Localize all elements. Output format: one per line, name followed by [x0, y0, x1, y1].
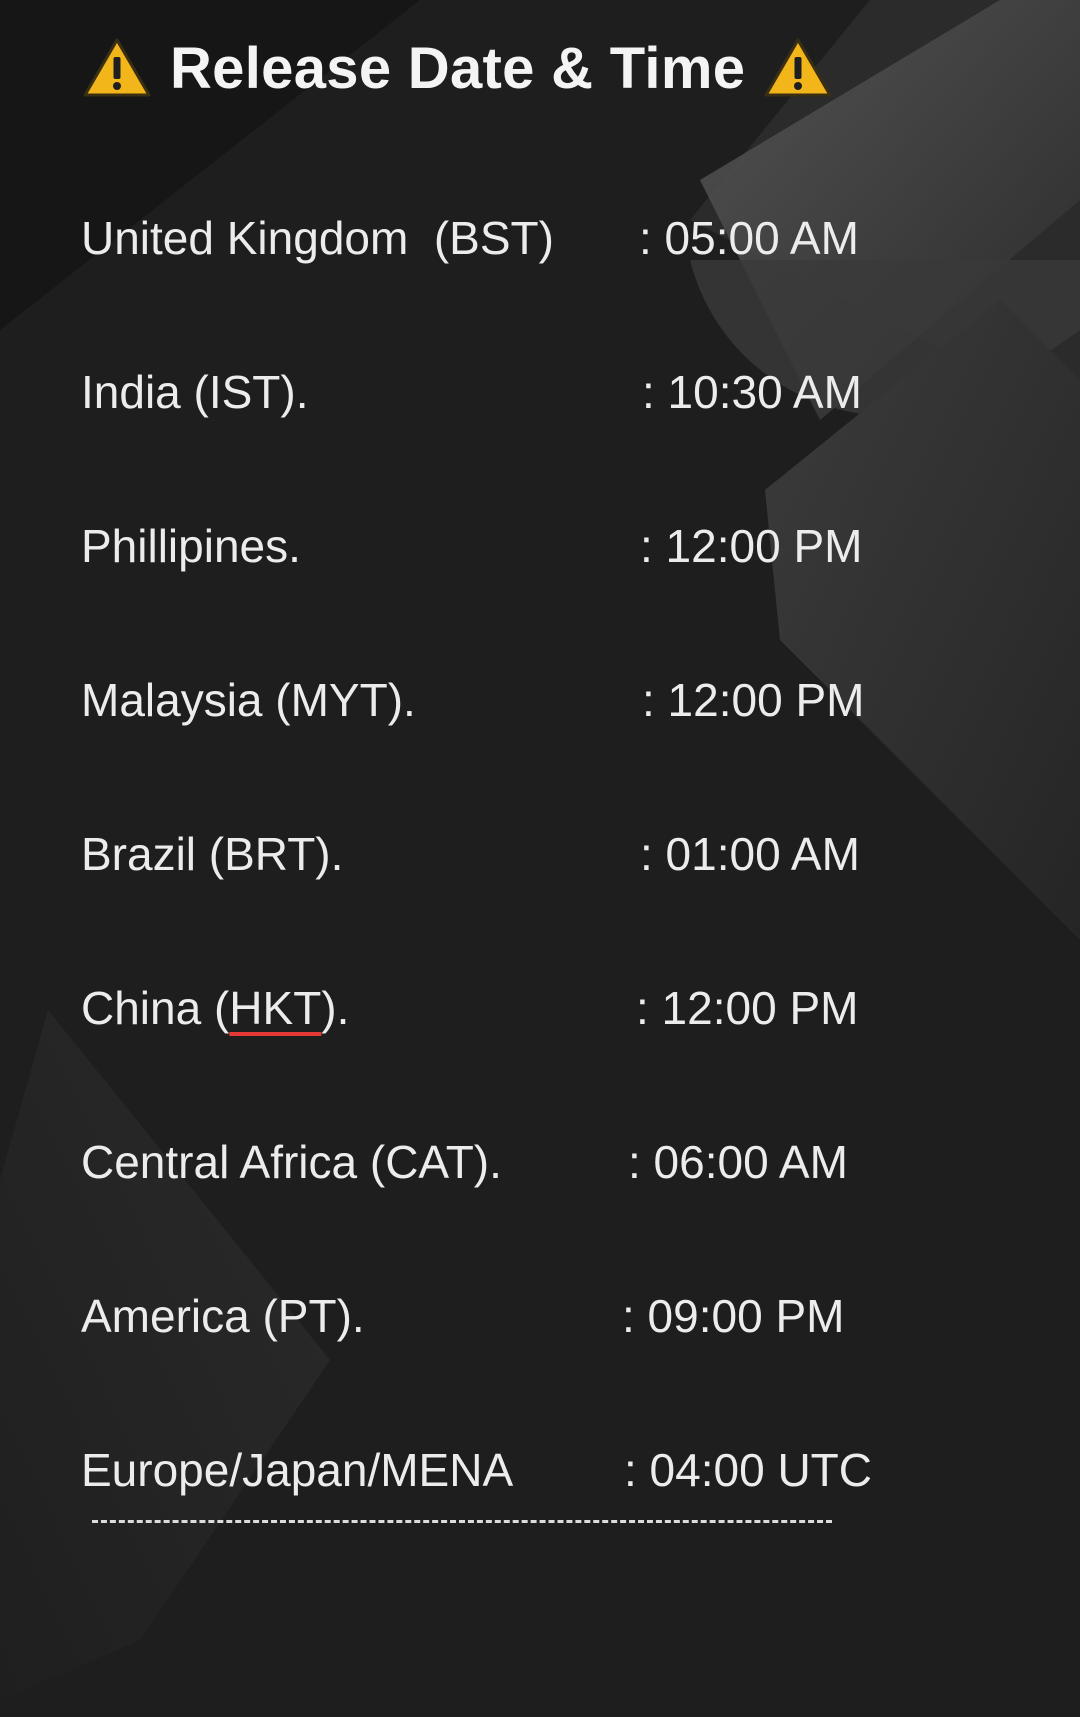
release-time: : 05:00 AM	[639, 212, 859, 264]
warning-icon	[764, 38, 832, 97]
schedule-row-china: China (HKT). : 12:00 PM	[0, 973, 1080, 1043]
release-time: : 10:30 AM	[642, 366, 862, 418]
spellcheck-flagged-word[interactable]: HKT	[229, 982, 321, 1034]
header: Release Date & Time	[82, 32, 833, 104]
region-label: Phillipines.	[81, 520, 301, 572]
schedule-row-europe-japan-mena: Europe/Japan/MENA : 04:00 UTC	[0, 1435, 1080, 1505]
region-label: Central Africa (CAT).	[81, 1136, 502, 1188]
region-label: China (HKT).	[81, 973, 349, 1043]
region-label-prefix: China (	[81, 982, 230, 1034]
release-time: : 12:00 PM	[636, 982, 859, 1034]
release-schedule-screen: Release Date & Time United Kingdom (BST)…	[0, 0, 1080, 1717]
warning-icon	[83, 38, 151, 97]
region-label: Brazil (BRT).	[81, 828, 344, 880]
schedule-row-india: India (IST). : 10:30 AM	[0, 357, 1080, 427]
release-time: : 09:00 PM	[622, 1290, 845, 1342]
page-title: Release Date & Time	[170, 35, 746, 101]
release-time: : 01:00 AM	[640, 828, 860, 880]
region-label-suffix: ).	[321, 982, 350, 1034]
release-time: : 04:00 UTC	[624, 1444, 872, 1496]
schedule-row-uk: United Kingdom (BST) : 05:00 AM	[0, 203, 1080, 273]
region-label: America (PT).	[81, 1290, 365, 1342]
release-time: : 12:00 PM	[642, 674, 865, 726]
release-time: : 12:00 PM	[640, 520, 863, 572]
release-time: : 06:00 AM	[628, 1136, 848, 1188]
schedule-row-america: America (PT). : 09:00 PM	[0, 1281, 1080, 1351]
region-label: India (IST).	[81, 366, 309, 418]
schedule-row-malaysia: Malaysia (MYT). : 12:00 PM	[0, 665, 1080, 735]
schedule-row-central-africa: Central Africa (CAT). : 06:00 AM	[0, 1127, 1080, 1197]
region-label: United Kingdom (BST)	[81, 212, 554, 264]
schedule-row-philippines: Phillipines. : 12:00 PM	[0, 511, 1080, 581]
schedule-row-brazil: Brazil (BRT). : 01:00 AM	[0, 819, 1080, 889]
region-label: Europe/Japan/MENA	[81, 1444, 514, 1496]
region-label: Malaysia (MYT).	[81, 674, 416, 726]
dashed-divider	[92, 1520, 832, 1523]
